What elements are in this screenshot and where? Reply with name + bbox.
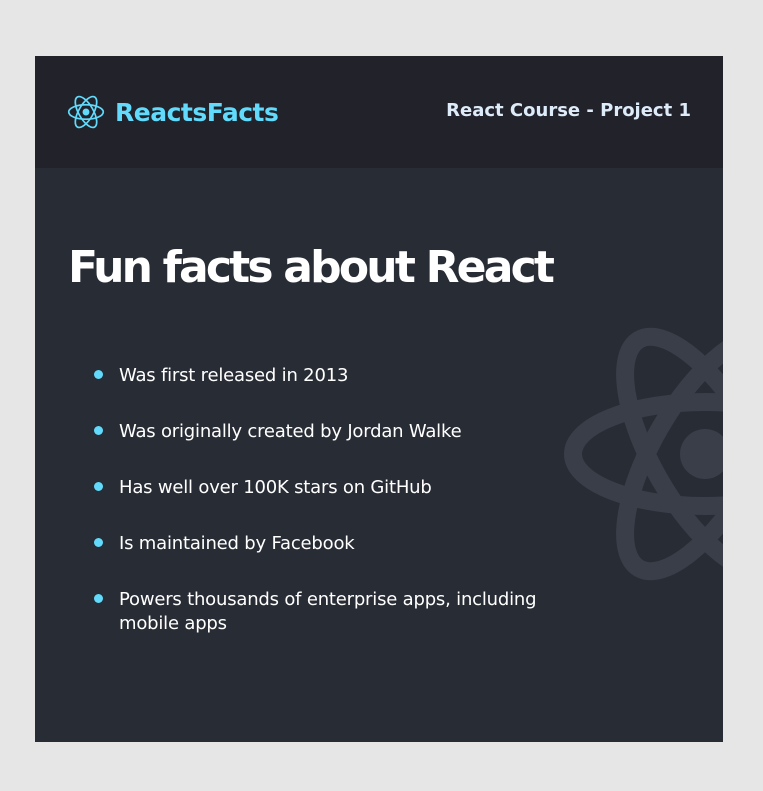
navbar: ReactsFacts React Course - Project 1 bbox=[35, 56, 723, 168]
fact-text: Has well over 100K stars on GitHub bbox=[119, 477, 432, 498]
fact-item: Powers thousands of enterprise apps, inc… bbox=[94, 588, 599, 636]
fact-text: Was first released in 2013 bbox=[119, 365, 349, 386]
bullet-dot bbox=[94, 426, 103, 435]
fact-item: Is maintained by Facebook bbox=[94, 532, 599, 556]
react-atom-icon bbox=[67, 95, 105, 129]
brand: ReactsFacts bbox=[67, 93, 279, 131]
nav-subtitle: React Course - Project 1 bbox=[446, 100, 691, 121]
bullet-dot bbox=[94, 370, 103, 379]
fact-text: Is maintained by Facebook bbox=[119, 533, 355, 554]
fact-text: Powers thousands of enterprise apps, inc… bbox=[119, 589, 537, 634]
fact-item: Was originally created by Jordan Walke bbox=[94, 420, 599, 444]
bullet-dot bbox=[94, 594, 103, 603]
bullet-dot bbox=[94, 482, 103, 491]
fact-item: Has well over 100K stars on GitHub bbox=[94, 476, 599, 500]
facts-list: Was first released in 2013 Was originall… bbox=[94, 364, 599, 668]
brand-title: ReactsFacts bbox=[115, 97, 279, 127]
app-card: ReactsFacts React Course - Project 1 Fun… bbox=[35, 56, 723, 742]
fact-text: Was originally created by Jordan Walke bbox=[119, 421, 462, 442]
page-title: Fun facts about React bbox=[68, 242, 555, 293]
bullet-dot bbox=[94, 538, 103, 547]
fact-item: Was first released in 2013 bbox=[94, 364, 599, 388]
